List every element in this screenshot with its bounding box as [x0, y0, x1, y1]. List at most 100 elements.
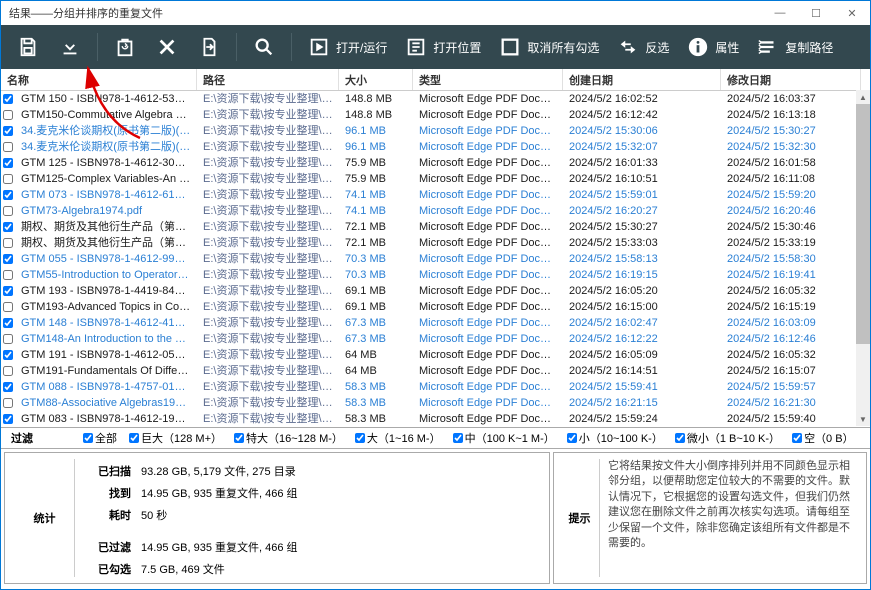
- filter-empty[interactable]: 空（0 B）: [792, 430, 854, 446]
- filter-small[interactable]: 小（10~100 K-）: [567, 430, 663, 446]
- row-checkbox[interactable]: [3, 414, 13, 424]
- cell-modified: 2024/5/2 16:12:46: [721, 331, 861, 347]
- col-modified[interactable]: 修改日期: [721, 69, 861, 90]
- row-checkbox[interactable]: [3, 158, 13, 168]
- cell-name: GTM 148 - ISBN978-1-4612-4176-8 - J…: [15, 315, 197, 331]
- col-path[interactable]: 路径: [197, 69, 339, 90]
- filter-all[interactable]: 全部: [83, 430, 117, 446]
- row-checkbox[interactable]: [3, 286, 13, 296]
- cell-size: 74.1 MB: [339, 203, 413, 219]
- grid-body[interactable]: GTM 150 - ISBN978-1-4612-5350-1 - …E:\资源…: [1, 91, 870, 427]
- scroll-thumb[interactable]: [856, 104, 870, 344]
- close-button[interactable]: ✕: [834, 1, 870, 25]
- row-checkbox[interactable]: [3, 94, 13, 104]
- table-row[interactable]: GTM 055 - ISBN978-1-4612-9926-4 - …E:\资源…: [1, 251, 870, 267]
- cell-path: E:\资源下载\按专业整理\经…: [197, 219, 339, 235]
- invert-button[interactable]: 反选: [609, 30, 675, 64]
- open-location-button[interactable]: 打开位置: [397, 30, 487, 64]
- cell-path: E:\资源下载\按专业整理\数…: [197, 379, 339, 395]
- table-row[interactable]: GTM88-Associative Algebras1982.pdfE:\资源下…: [1, 395, 870, 411]
- row-checkbox[interactable]: [3, 334, 13, 344]
- filter-med[interactable]: 中（100 K~1 M-）: [453, 430, 555, 446]
- table-row[interactable]: GTM191-Fundamentals Of Differenti…E:\资源下…: [1, 363, 870, 379]
- row-checkbox[interactable]: [3, 190, 13, 200]
- cell-type: Microsoft Edge PDF Document: [413, 347, 563, 363]
- cell-type: Microsoft Edge PDF Document: [413, 107, 563, 123]
- delete-button[interactable]: [148, 30, 186, 64]
- table-row[interactable]: GTM 193 - ISBN978-1-4419-8489-0 - …E:\资源…: [1, 283, 870, 299]
- row-checkbox[interactable]: [3, 174, 13, 184]
- filter-xl[interactable]: 特大（16~128 M-）: [234, 430, 343, 446]
- move-button[interactable]: [190, 30, 228, 64]
- table-row[interactable]: GTM 125 - ISBN978-1-4612-3024-3 - …E:\资源…: [1, 155, 870, 171]
- annotation-arrow: [80, 60, 150, 140]
- scroll-down-arrow[interactable]: ▼: [856, 412, 870, 426]
- cell-modified: 2024/5/2 15:30:46: [721, 219, 861, 235]
- search-button[interactable]: [245, 30, 283, 64]
- table-row[interactable]: GTM193-Advanced Topics in Compu…E:\资源下载\…: [1, 299, 870, 315]
- scroll-up-arrow[interactable]: ▲: [856, 90, 870, 104]
- properties-button[interactable]: 属性: [679, 30, 745, 64]
- row-checkbox[interactable]: [3, 126, 13, 136]
- cell-type: Microsoft Edge PDF Document: [413, 251, 563, 267]
- filter-huge[interactable]: 巨大（128 M+）: [129, 430, 222, 446]
- copy-path-button[interactable]: 复制路径: [749, 30, 839, 64]
- cell-created: 2024/5/2 15:32:07: [563, 139, 721, 155]
- row-checkbox[interactable]: [3, 366, 13, 376]
- cell-type: Microsoft Edge PDF Document: [413, 123, 563, 139]
- row-checkbox[interactable]: [3, 318, 13, 328]
- export-button[interactable]: [51, 30, 89, 64]
- row-checkbox[interactable]: [3, 254, 13, 264]
- cell-created: 2024/5/2 16:05:09: [563, 347, 721, 363]
- row-checkbox[interactable]: [3, 142, 13, 152]
- col-type[interactable]: 类型: [413, 69, 563, 90]
- row-checkbox[interactable]: [3, 398, 13, 408]
- cross-icon: [154, 34, 180, 60]
- table-row[interactable]: GTM 148 - ISBN978-1-4612-4176-8 - J…E:\资…: [1, 315, 870, 331]
- cell-size: 75.9 MB: [339, 155, 413, 171]
- cell-created: 2024/5/2 15:59:41: [563, 379, 721, 395]
- recycle-button[interactable]: [106, 30, 144, 64]
- vertical-scrollbar[interactable]: ▲ ▼: [856, 90, 870, 426]
- cell-path: E:\资源下载\按专业整理\数…: [197, 395, 339, 411]
- stats-label: 统计: [15, 459, 75, 577]
- table-row[interactable]: GTM 191 - ISBN978-1-4612-0541-8 - …E:\资源…: [1, 347, 870, 363]
- table-row[interactable]: GTM 083 - ISBN978-1-4612-1934-7 - …E:\资源…: [1, 411, 870, 427]
- col-size[interactable]: 大小: [339, 69, 413, 90]
- row-checkbox[interactable]: [3, 206, 13, 216]
- cell-modified: 2024/5/2 15:58:30: [721, 251, 861, 267]
- table-row[interactable]: GTM125-Complex Variables-An Intro…E:\资源下…: [1, 171, 870, 187]
- table-row[interactable]: GTM148-An Introduction to the Theo…E:\资源…: [1, 331, 870, 347]
- row-checkbox[interactable]: [3, 302, 13, 312]
- cell-name: GTM125-Complex Variables-An Intro…: [15, 171, 197, 187]
- uncheck-all-button[interactable]: 取消所有勾选: [491, 30, 605, 64]
- table-row[interactable]: 期权、期货及其他衍生产品（第8…E:\资源下载\按专业整理\经…72.1 MBM…: [1, 235, 870, 251]
- tips-panel: 提示 它将结果按文件大小倒序排列并用不同颜色显示相邻分组，以便帮助您定位较大的不…: [553, 452, 867, 584]
- maximize-button[interactable]: ☐: [798, 1, 834, 25]
- open-run-button[interactable]: 打开/运行: [300, 30, 393, 64]
- row-checkbox[interactable]: [3, 110, 13, 120]
- table-row[interactable]: GTM 073 - ISBN978-1-4612-6101-8 - …E:\资源…: [1, 187, 870, 203]
- cell-type: Microsoft Edge PDF Document: [413, 411, 563, 427]
- cell-name: GTM193-Advanced Topics in Compu…: [15, 299, 197, 315]
- table-row[interactable]: GTM 088 - ISBN978-1-4757-0163-0 - …E:\资源…: [1, 379, 870, 395]
- minimize-button[interactable]: —: [762, 1, 798, 25]
- table-row[interactable]: GTM55-Introduction to Operator The…E:\资源…: [1, 267, 870, 283]
- row-checkbox[interactable]: [3, 350, 13, 360]
- table-row[interactable]: 期权、期货及其他衍生产品（第8…E:\资源下载\按专业整理\经…72.1 MBM…: [1, 219, 870, 235]
- cell-modified: 2024/5/2 15:32:30: [721, 139, 861, 155]
- row-checkbox[interactable]: [3, 238, 13, 248]
- cell-name: GTM 191 - ISBN978-1-4612-0541-8 - …: [15, 347, 197, 363]
- filter-tiny[interactable]: 微小（1 B~10 K-）: [675, 430, 780, 446]
- row-checkbox[interactable]: [3, 270, 13, 280]
- col-created[interactable]: 创建日期: [563, 69, 721, 90]
- row-checkbox[interactable]: [3, 222, 13, 232]
- folder-open-icon: [403, 34, 429, 60]
- row-checkbox[interactable]: [3, 382, 13, 392]
- table-row[interactable]: GTM73-Algebra1974.pdfE:\资源下载\按专业整理\数…74.…: [1, 203, 870, 219]
- cell-path: E:\资源下载\按专业整理\数…: [197, 107, 339, 123]
- play-icon: [306, 34, 332, 60]
- filter-large[interactable]: 大（1~16 M-）: [355, 430, 441, 446]
- save-button[interactable]: [9, 30, 47, 64]
- table-row[interactable]: 34.麦克米伦谈期权(原书第二版)(…E:\资源下载\按专业整理\经…96.1 …: [1, 139, 870, 155]
